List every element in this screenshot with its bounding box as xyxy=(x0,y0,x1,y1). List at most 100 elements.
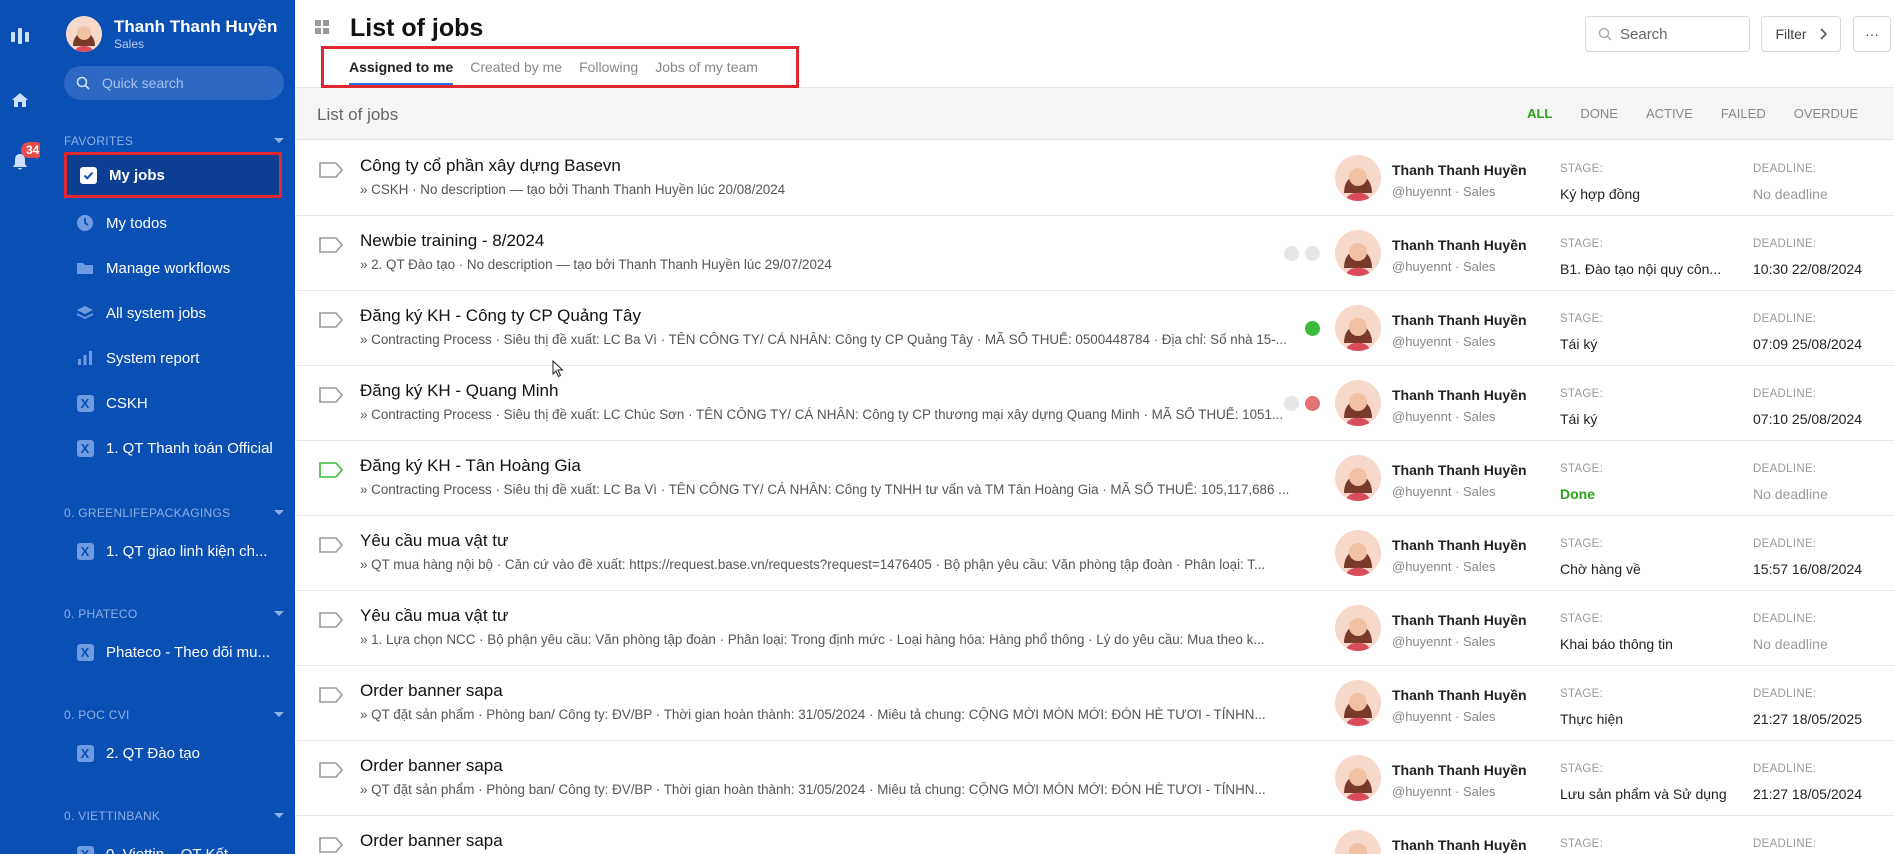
assignee-avatar xyxy=(1335,305,1381,351)
sidebar-item-cskh[interactable]: X CSKH xyxy=(64,383,282,423)
quick-search-input[interactable]: Quick search xyxy=(64,66,284,100)
sidebar-item-label: 0. Viettin... QT Kết... xyxy=(106,845,241,854)
deadline-value: 15:57 16/08/2024 xyxy=(1753,561,1862,577)
sidebar-item-label: Manage workflows xyxy=(106,259,231,277)
filter-all[interactable]: ALL xyxy=(1527,106,1552,121)
sidebar-item-system-report[interactable]: System report xyxy=(64,338,282,378)
tab-assigned-to-me[interactable]: Assigned to me xyxy=(349,49,454,85)
job-title[interactable]: Đăng ký KH - Quang Minh xyxy=(360,381,558,401)
job-row[interactable]: Công ty cổ phần xây dựng Basevn » CSKH · … xyxy=(295,141,1894,216)
filter-button[interactable]: Filter xyxy=(1761,16,1841,52)
home-icon[interactable] xyxy=(8,88,32,112)
tab-following[interactable]: Following xyxy=(579,49,638,85)
sidebar-item-viettinbank-workflow[interactable]: X 0. Viettin... QT Kết... xyxy=(64,834,282,854)
job-row[interactable]: Order banner sapa Thanh Thanh Huyền STAGE:… xyxy=(295,816,1894,854)
deadline-label: DEADLINE: xyxy=(1753,688,1817,700)
job-row[interactable]: Đăng ký KH - Tân Hoàng Gia » Contracting … xyxy=(295,441,1894,516)
tag-icon[interactable] xyxy=(318,611,344,629)
job-row[interactable]: Yêu cầu mua vật tư » QT mua hàng nội bộ ·… xyxy=(295,516,1894,591)
sidebar: Thanh Thanh Huyền Sales Quick search FAV… xyxy=(40,0,295,854)
stage-label: STAGE: xyxy=(1560,838,1604,850)
job-title[interactable]: Order banner sapa xyxy=(360,756,503,776)
job-title[interactable]: Order banner sapa xyxy=(360,831,503,851)
job-description: » QT mua hàng nội bộ · Căn cứ vào đề xuấ… xyxy=(360,557,1266,572)
group-header-viettinbank[interactable]: 0. VIETTINBANK xyxy=(64,809,284,823)
assignee-name: Thanh Thanh Huyền xyxy=(1392,687,1527,703)
tag-icon[interactable] xyxy=(318,761,344,779)
stage-value: B1. Đào tạo nội quy côn... xyxy=(1560,261,1722,277)
job-row[interactable]: Newbie training - 8/2024 » 2. QT Đào tạo … xyxy=(295,216,1894,291)
user-avatar xyxy=(66,16,102,52)
tag-icon[interactable] xyxy=(318,461,344,479)
tag-icon[interactable] xyxy=(318,686,344,704)
stage-label: STAGE: xyxy=(1560,763,1604,775)
sidebar-item-poc-cvi-workflow[interactable]: X 2. QT Đào tạo xyxy=(64,733,282,773)
assignee-name: Thanh Thanh Huyền xyxy=(1392,837,1527,853)
group-header-poc-cvi[interactable]: 0. POC CVI xyxy=(64,708,284,722)
caret-down-icon xyxy=(274,611,284,616)
job-title[interactable]: Yêu cầu mua vật tư xyxy=(360,531,508,551)
tag-icon[interactable] xyxy=(318,311,344,329)
group-header-greenlife[interactable]: 0. GREENLIFEPACKAGINGS xyxy=(64,506,284,520)
sidebar-item-manage-workflows[interactable]: Manage workflows xyxy=(64,248,282,288)
stage-label: STAGE: xyxy=(1560,313,1604,325)
sidebar-item-phateco-workflow[interactable]: X Phateco - Theo dõi mu... xyxy=(64,632,282,672)
main-content: List of jobs Assigned to me Created by m… xyxy=(295,0,1894,854)
favorites-section-header[interactable]: FAVORITES xyxy=(64,134,284,148)
assignee-avatar xyxy=(1335,455,1381,501)
filter-overdue[interactable]: OVERDUE xyxy=(1794,106,1858,121)
assignee-name: Thanh Thanh Huyền xyxy=(1392,537,1527,553)
job-row[interactable]: Order banner sapa » QT đặt sản phẩm · Phò… xyxy=(295,741,1894,816)
sidebar-item-my-todos[interactable]: My todos xyxy=(64,203,282,243)
filter-failed[interactable]: FAILED xyxy=(1721,106,1766,121)
header: List of jobs Assigned to me Created by m… xyxy=(295,0,1894,88)
tag-icon[interactable] xyxy=(318,536,344,554)
job-title[interactable]: Order banner sapa xyxy=(360,681,503,701)
sidebar-item-greenlife-workflow[interactable]: X 1. QT giao linh kiện ch... xyxy=(64,531,282,571)
job-row[interactable]: Order banner sapa » QT đặt sản phẩm · Phò… xyxy=(295,666,1894,741)
sidebar-item-my-jobs[interactable]: My jobs xyxy=(64,152,282,198)
job-row[interactable]: Đăng ký KH - Công ty CP Quảng Tây » Contr… xyxy=(295,291,1894,366)
caret-down-icon xyxy=(274,510,284,515)
job-status-indicators xyxy=(1278,246,1320,261)
group-header-phateco[interactable]: 0. PHATECO xyxy=(64,607,284,621)
stage-value: Ký hợp đồng xyxy=(1560,186,1641,202)
tag-icon[interactable] xyxy=(318,161,344,179)
filter-done[interactable]: DONE xyxy=(1580,106,1618,121)
tag-icon[interactable] xyxy=(318,236,344,254)
user-profile[interactable]: Thanh Thanh Huyền Sales xyxy=(66,16,277,52)
search-input[interactable]: Search xyxy=(1585,16,1750,52)
deadline-label: DEADLINE: xyxy=(1753,838,1817,850)
assignee-handle: @huyennt · Sales xyxy=(1392,484,1496,499)
stage-label: STAGE: xyxy=(1560,538,1604,550)
job-description: » Contracting Process · Siêu thị đề xuất… xyxy=(360,332,1287,347)
sidebar-item-qt-thanh-toan[interactable]: X 1. QT Thanh toán Official xyxy=(64,428,282,468)
caret-down-icon xyxy=(274,138,284,143)
job-row[interactable]: Đăng ký KH - Quang Minh » Contracting Pro… xyxy=(295,366,1894,441)
assignee-handle: @huyennt · Sales xyxy=(1392,409,1496,424)
sidebar-item-all-system-jobs[interactable]: All system jobs xyxy=(64,293,282,333)
assignee-avatar xyxy=(1335,830,1381,854)
assignee-avatar xyxy=(1335,380,1381,426)
tab-created-by-me[interactable]: Created by me xyxy=(470,49,562,85)
tag-icon[interactable] xyxy=(318,836,344,854)
deadline-label: DEADLINE: xyxy=(1753,388,1817,400)
user-name: Thanh Thanh Huyền xyxy=(114,17,278,36)
more-options-button[interactable]: ··· xyxy=(1853,16,1891,52)
job-title[interactable]: Công ty cổ phần xây dựng Basevn xyxy=(360,156,621,176)
filter-active[interactable]: ACTIVE xyxy=(1646,106,1693,121)
job-title[interactable]: Đăng ký KH - Công ty CP Quảng Tây xyxy=(360,306,641,326)
quick-search-placeholder: Quick search xyxy=(102,75,184,91)
apps-grid-icon[interactable] xyxy=(315,20,329,34)
job-row[interactable]: Yêu cầu mua vật tư » 1. Lựa chọn NCC · Bộ… xyxy=(295,591,1894,666)
job-title[interactable]: Newbie training - 8/2024 xyxy=(360,231,544,251)
status-filters: ALL DONE ACTIVE FAILED OVERDUE xyxy=(1499,106,1858,121)
tab-jobs-of-my-team[interactable]: Jobs of my team xyxy=(655,49,758,85)
job-title[interactable]: Đăng ký KH - Tân Hoàng Gia xyxy=(360,456,581,476)
assignee-handle: @huyennt · Sales xyxy=(1392,784,1496,799)
tag-icon[interactable] xyxy=(318,386,344,404)
assignee-handle: @huyennt · Sales xyxy=(1392,559,1496,574)
app-logo-icon[interactable] xyxy=(8,24,32,48)
app-rail: 34 xyxy=(0,0,45,854)
job-title[interactable]: Yêu cầu mua vật tư xyxy=(360,606,508,626)
